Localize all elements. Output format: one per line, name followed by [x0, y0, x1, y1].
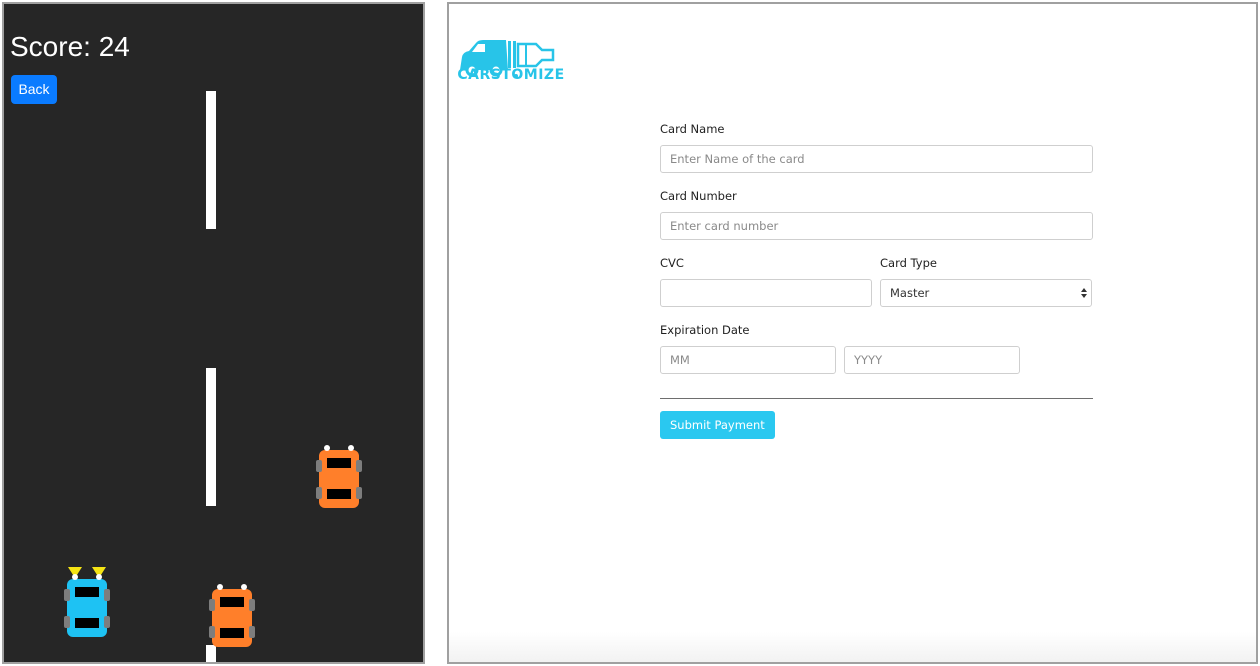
brand-name: CARSTOMIZE	[457, 67, 565, 83]
payment-form: Card Name Card Number CVC Card Type Mast…	[660, 122, 1093, 439]
card-name-group: Card Name	[660, 122, 1093, 173]
car-window	[220, 597, 244, 607]
score-display: Score: 24	[10, 31, 130, 62]
payment-page: CARSTOMIZE Card Name Card Number CVC Car…	[447, 2, 1258, 664]
car-window	[220, 628, 244, 638]
enemy-car	[209, 584, 255, 647]
expiration-year-input[interactable]	[844, 346, 1020, 374]
headlight-icon	[348, 445, 354, 451]
card-type-select[interactable]: Master	[880, 279, 1092, 307]
card-number-input[interactable]	[660, 212, 1093, 240]
cvc-group: CVC	[660, 256, 872, 307]
lane-marking	[206, 91, 216, 229]
expiration-row	[660, 346, 1093, 374]
expiration-label: Expiration Date	[660, 323, 750, 337]
headlight-icon	[324, 445, 330, 451]
expiration-group: Expiration Date	[660, 323, 1093, 374]
submit-payment-button[interactable]: Submit Payment	[660, 411, 775, 439]
headlight-icon	[217, 584, 223, 590]
lane-marking	[206, 645, 216, 662]
cvc-type-row: CVC Card Type Master	[660, 256, 1093, 307]
card-type-selected-value: Master	[890, 286, 930, 300]
lane-marking	[206, 368, 216, 506]
wheel-icon	[209, 599, 215, 611]
card-name-label: Card Name	[660, 122, 725, 136]
card-number-label: Card Number	[660, 189, 737, 203]
car-window	[327, 458, 351, 468]
wheel-icon	[316, 487, 322, 499]
form-divider	[660, 398, 1093, 399]
wheel-icon	[104, 589, 110, 601]
car-game-canvas[interactable]: Score: 24 Back	[2, 2, 425, 664]
headlight-icon	[241, 584, 247, 590]
car-window	[327, 489, 351, 499]
wheel-icon	[356, 460, 362, 472]
wheel-icon	[104, 616, 110, 628]
bottom-shade	[449, 632, 1256, 662]
wheel-icon	[209, 626, 215, 638]
enemy-car	[316, 445, 362, 508]
headlight-icon	[96, 574, 102, 580]
player-car[interactable]	[64, 567, 110, 637]
wheel-icon	[249, 626, 255, 638]
headlight-icon	[72, 574, 78, 580]
card-type-group: Card Type Master	[880, 256, 1092, 307]
cvc-input[interactable]	[660, 279, 872, 307]
wheel-icon	[64, 616, 70, 628]
car-window	[75, 587, 99, 597]
card-number-group: Card Number	[660, 189, 1093, 240]
wheel-icon	[249, 599, 255, 611]
wheel-icon	[356, 487, 362, 499]
expiration-month-input[interactable]	[660, 346, 836, 374]
wheel-icon	[316, 460, 322, 472]
card-type-label: Card Type	[880, 256, 937, 270]
select-arrows-icon	[1081, 288, 1087, 298]
card-name-input[interactable]	[660, 145, 1093, 173]
cvc-label: CVC	[660, 256, 684, 270]
car-window	[75, 618, 99, 628]
back-button[interactable]: Back	[11, 75, 57, 104]
wheel-icon	[64, 589, 70, 601]
